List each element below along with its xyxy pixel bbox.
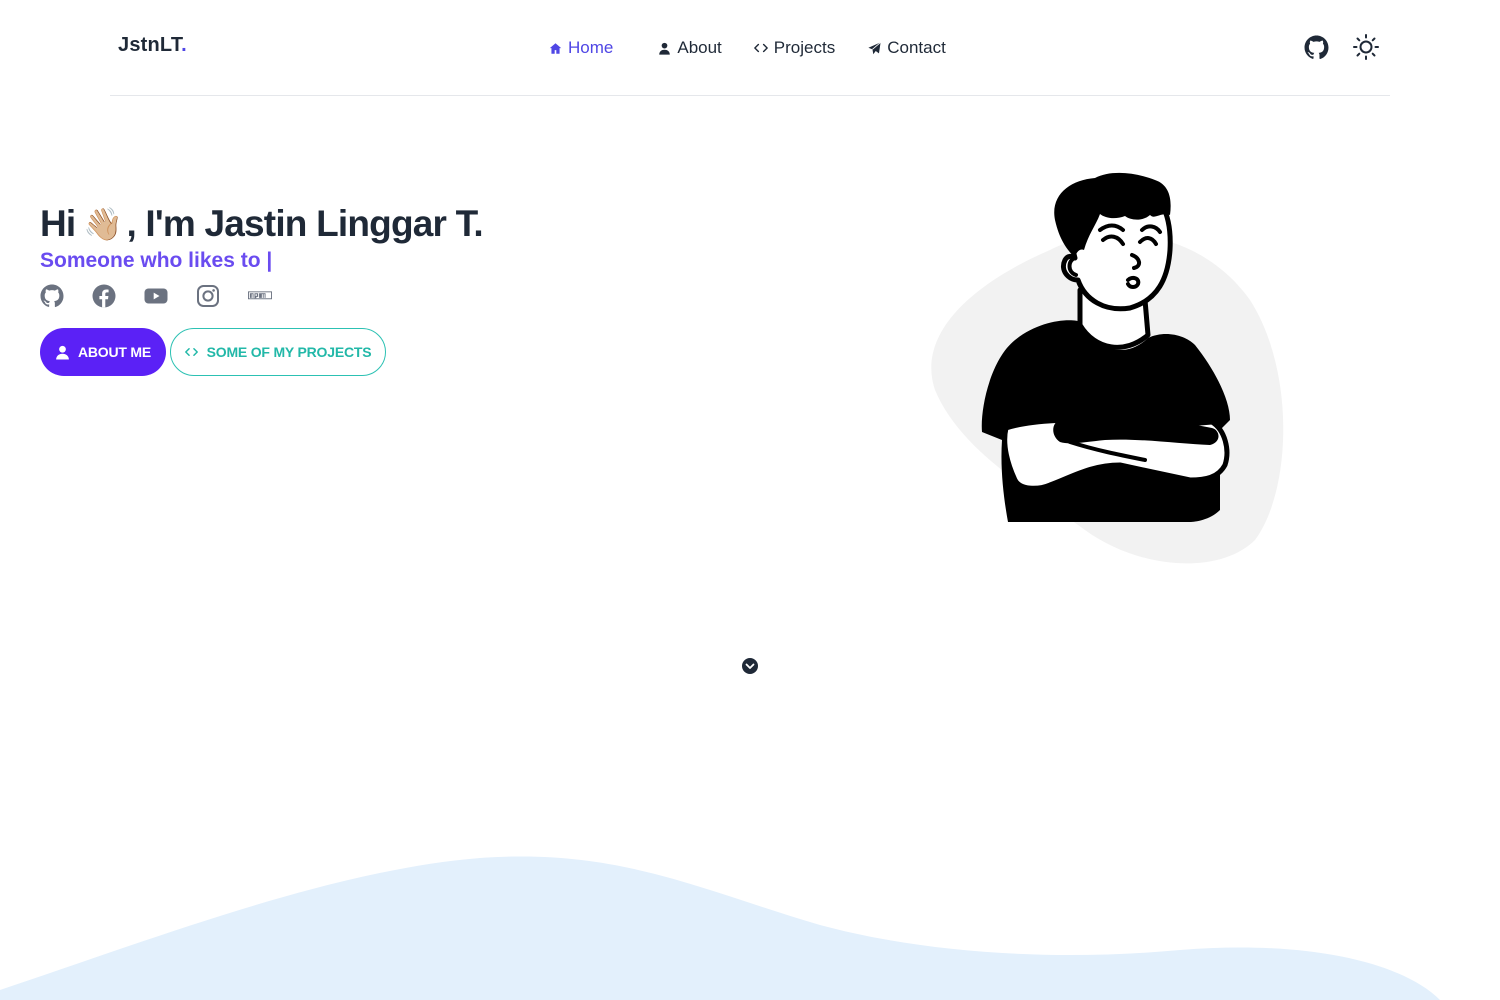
greeting-name: , I'm Jastin Linggar T.: [126, 203, 483, 244]
nav-home[interactable]: Home: [548, 36, 613, 60]
code-icon: [753, 41, 768, 55]
nav-projects[interactable]: Projects: [753, 36, 836, 60]
logo[interactable]: JstnLT.: [118, 34, 187, 57]
avatar-illustration: [931, 172, 1284, 564]
about-me-label: ABOUT ME: [77, 344, 152, 360]
main-nav: Home About Projects Contact: [548, 36, 946, 60]
nav-contact-label: Contact: [887, 38, 946, 57]
typing-subtitle: Someone who likes to |: [40, 249, 273, 272]
user-icon: [55, 345, 70, 360]
paper-plane-icon: [867, 41, 881, 55]
waving-hand-emoji: 👋🏼: [83, 206, 123, 242]
github-icon[interactable]: [1302, 33, 1330, 61]
user-icon: [657, 41, 671, 55]
youtube-icon[interactable]: [144, 284, 168, 308]
facebook-icon[interactable]: [92, 284, 116, 308]
code-icon: [184, 347, 198, 357]
nav-about[interactable]: About: [657, 36, 722, 60]
chevron-down-icon[interactable]: [741, 657, 759, 675]
nav-home-label: Home: [568, 38, 614, 57]
logo-dot: .: [181, 34, 187, 56]
nav-projects-label: Projects: [773, 38, 836, 57]
page: JstnLT. Home About Projects Contact Hi 👋…: [0, 0, 1500, 1000]
nav-about-label: About: [677, 38, 722, 57]
greeting-prefix: Hi: [40, 203, 76, 244]
home-icon: [548, 41, 562, 55]
site-header: JstnLT. Home About Projects Contact: [110, 0, 1390, 96]
about-me-button[interactable]: ABOUT ME: [40, 328, 166, 376]
header-actions: [1302, 33, 1380, 61]
sun-icon[interactable]: [1352, 33, 1380, 61]
hero-title: Hi 👋🏼 , I'm Jastin Linggar T.: [40, 203, 484, 245]
npm-icon[interactable]: [248, 284, 272, 308]
instagram-icon[interactable]: [196, 284, 220, 308]
bottom-wave: [0, 856, 1440, 1000]
github-icon[interactable]: [40, 284, 64, 308]
logo-text: JstnLT: [118, 34, 182, 56]
projects-button[interactable]: SOME OF MY PROJECTS: [170, 328, 386, 376]
social-links: [40, 284, 272, 308]
projects-label: SOME OF MY PROJECTS: [206, 344, 372, 360]
nav-contact[interactable]: Contact: [867, 36, 946, 60]
